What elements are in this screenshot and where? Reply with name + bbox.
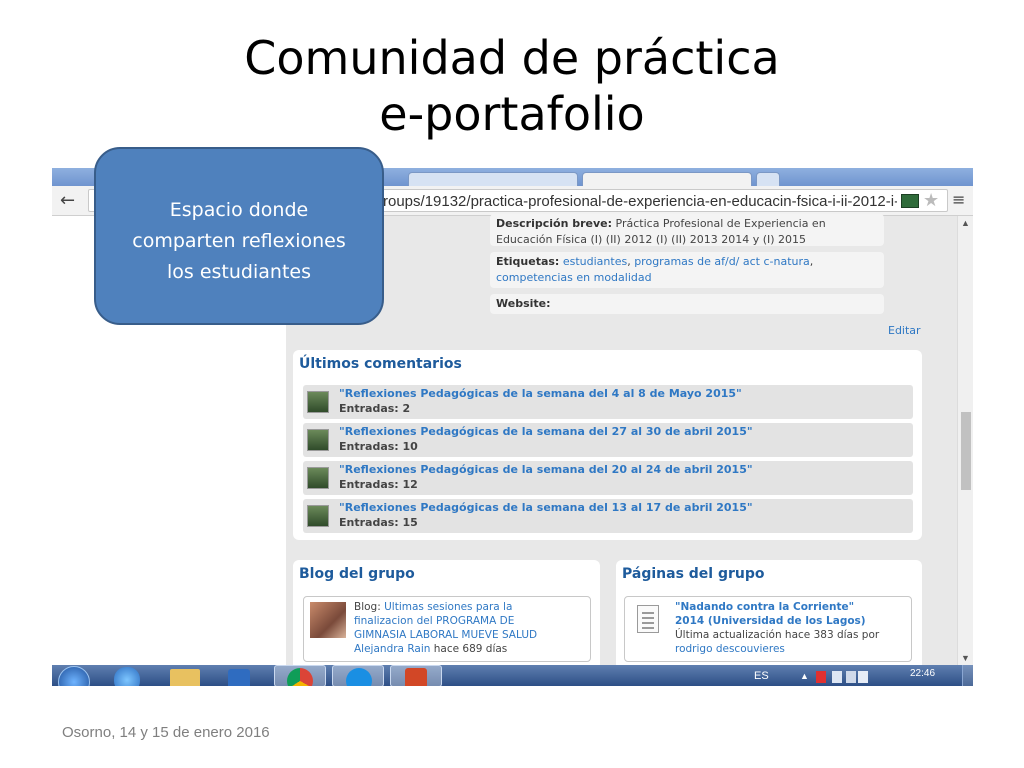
vertical-scrollbar[interactable]: ▲ ▼ <box>957 216 973 665</box>
blog-panel: Blog del grupo Blog: Ultimas sesiones pa… <box>293 560 600 670</box>
slide-footer: Osorno, 14 y 15 de enero 2016 <box>62 724 270 741</box>
tag-link[interactable]: estudiantes <box>563 255 627 268</box>
comment-title-link[interactable]: "Reflexiones Pedagógicas de la semana de… <box>339 425 753 438</box>
scroll-up-icon[interactable]: ▲ <box>961 218 970 228</box>
skype-icon[interactable] <box>332 665 384 686</box>
browser-menu-icon[interactable]: ≡ <box>952 190 965 209</box>
avatar <box>307 429 329 451</box>
comment-title-link[interactable]: "Reflexiones Pedagógicas de la semana de… <box>339 387 742 400</box>
windows-taskbar: ES ▲ 22:46 <box>52 665 973 686</box>
page-author-link[interactable]: rodrigo descouvieres <box>675 642 911 656</box>
callout-line: comparten reflexiones <box>132 230 346 252</box>
tags-row: Etiquetas: estudiantes, programas de af/… <box>490 252 884 288</box>
tags-label: Etiquetas: <box>496 255 560 268</box>
description-label: Descripción breve: <box>496 217 613 230</box>
new-tab-button[interactable] <box>756 172 780 186</box>
comment-title-link[interactable]: "Reflexiones Pedagógicas de la semana de… <box>339 463 753 476</box>
slide-title-line1: Comunidad de práctica <box>244 31 780 85</box>
browser-tab[interactable] <box>408 172 578 186</box>
description-row: Descripción breve: Práctica Profesional … <box>490 214 884 246</box>
avatar <box>307 505 329 527</box>
scroll-down-icon[interactable]: ▼ <box>961 653 970 663</box>
system-tray: ▲ <box>800 671 868 683</box>
blog-card[interactable]: Blog: Ultimas sesiones para la finalizac… <box>303 596 591 662</box>
blog-heading: Blog del grupo <box>299 566 415 582</box>
scroll-thumb[interactable] <box>961 412 971 490</box>
comment-count: Entradas: 12 <box>339 478 418 491</box>
callout-text: Espacio donde comparten reflexiones los … <box>96 195 382 288</box>
edit-link[interactable]: Editar <box>888 324 921 337</box>
page-card[interactable]: "Nadando contra la Corriente" 2014 (Univ… <box>624 596 912 662</box>
tag-link[interactable]: programas de af/d/ act c-natura <box>634 255 810 268</box>
page-title-link[interactable]: "Nadando contra la Corriente" <box>675 600 911 614</box>
comments-heading: Últimos comentarios <box>299 356 462 372</box>
blog-author-link[interactable]: Alejandra Rain <box>354 643 430 655</box>
blog-entry: Blog: Ultimas sesiones para la finalizac… <box>354 600 588 656</box>
start-button-icon[interactable] <box>58 666 90 686</box>
clock[interactable]: 22:46 <box>910 668 935 679</box>
show-desktop-button[interactable] <box>962 665 973 686</box>
blog-title-link[interactable]: finalizacion del PROGRAMA DE <box>354 614 588 628</box>
comment-title-link[interactable]: "Reflexiones Pedagógicas de la semana de… <box>339 501 753 514</box>
volume-icon[interactable] <box>858 671 868 683</box>
powerpoint-icon[interactable] <box>390 665 442 686</box>
comment-count: Entradas: 2 <box>339 402 411 415</box>
blog-label: Blog: <box>354 601 381 613</box>
page-action-icon[interactable] <box>901 194 919 208</box>
pages-heading: Páginas del grupo <box>622 566 765 582</box>
website-row: Website: <box>490 294 884 314</box>
page-updated: Última actualización hace 383 días por <box>675 629 880 641</box>
browser-tab-active[interactable] <box>582 172 752 186</box>
blog-title-link[interactable]: Ultimas sesiones para la <box>384 601 512 613</box>
avatar <box>307 467 329 489</box>
bookmark-star-icon[interactable]: ★ <box>923 190 939 211</box>
internet-explorer-icon[interactable] <box>114 667 140 686</box>
folder-icon[interactable] <box>170 669 200 686</box>
document-icon <box>637 605 659 633</box>
page-title-link[interactable]: 2014 (Universidad de los Lagos) <box>675 614 911 628</box>
url-text[interactable]: roups/19132/practica-profesional-de-expe… <box>383 193 897 210</box>
tray-app-icon[interactable] <box>832 671 842 683</box>
blog-time: hace 689 días <box>433 643 508 655</box>
media-player-icon[interactable] <box>228 669 250 686</box>
callout-line: Espacio donde <box>169 199 309 221</box>
comment-count: Entradas: 15 <box>339 516 418 529</box>
website-label: Website: <box>496 297 551 310</box>
comment-count: Entradas: 10 <box>339 440 418 453</box>
pages-panel: Páginas del grupo "Nadando contra la Cor… <box>616 560 922 670</box>
comment-item[interactable]: "Reflexiones Pedagógicas de la semana de… <box>303 423 913 457</box>
page-entry: "Nadando contra la Corriente" 2014 (Univ… <box>675 600 911 656</box>
chrome-icon[interactable] <box>274 665 326 686</box>
network-icon[interactable] <box>846 671 856 683</box>
slide-title: Comunidad de práctica e-portafolio <box>0 30 1024 142</box>
comment-item[interactable]: "Reflexiones Pedagógicas de la semana de… <box>303 385 913 419</box>
comment-item[interactable]: "Reflexiones Pedagógicas de la semana de… <box>303 461 913 495</box>
language-indicator[interactable]: ES <box>754 670 769 682</box>
comment-item[interactable]: "Reflexiones Pedagógicas de la semana de… <box>303 499 913 533</box>
slide-title-line2: e-portafolio <box>379 87 645 141</box>
antivirus-icon[interactable] <box>816 671 826 683</box>
callout-line: los estudiantes <box>167 261 311 283</box>
avatar <box>307 391 329 413</box>
blog-title-link[interactable]: GIMNASIA LABORAL MUEVE SALUD <box>354 628 588 642</box>
back-arrow-icon[interactable]: ← <box>60 190 75 211</box>
comments-panel: Últimos comentarios "Reflexiones Pedagóg… <box>293 350 922 540</box>
tray-arrow-icon[interactable]: ▲ <box>800 671 810 683</box>
tag-link[interactable]: competencias en modalidad <box>496 271 652 284</box>
blog-thumbnail <box>310 602 346 638</box>
callout-box: Espacio donde comparten reflexiones los … <box>94 147 384 325</box>
